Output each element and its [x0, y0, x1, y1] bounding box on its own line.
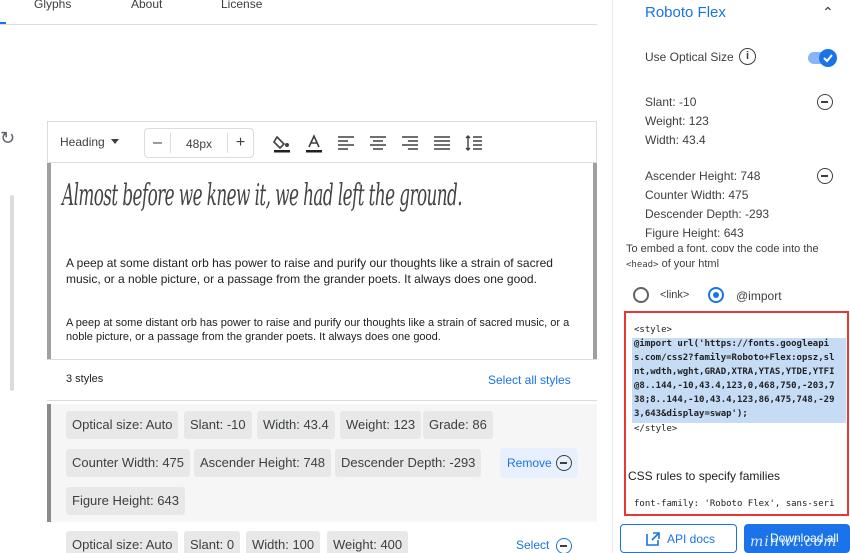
api-docs-button[interactable]: API docs — [620, 524, 737, 553]
font-page: Glyphs About License ↻ Heading – 48px + — [0, 0, 850, 553]
code-line: 38;8..144,-10,43.4,123,86,475,748,-29 — [634, 395, 835, 405]
tab-license[interactable]: License — [221, 0, 262, 11]
text-color-icon[interactable] — [304, 133, 324, 153]
axis-value: Descender Depth: -293 — [645, 207, 770, 221]
embed-hint-tail: of your html — [658, 258, 720, 270]
style-chip: Grade: 86 — [423, 411, 493, 439]
refresh-icon[interactable]: ↻ — [0, 128, 15, 149]
preview-heading[interactable]: Almost before we knew it, we had left th… — [62, 178, 463, 213]
axis-value: Counter Width: 475 — [645, 188, 749, 202]
divider — [47, 400, 597, 401]
link-radio[interactable] — [633, 287, 649, 303]
axis-value: Figure Height: 643 — [645, 226, 744, 240]
select-style-button[interactable]: Select — [516, 538, 549, 552]
style-chip: Weight: 400 — [327, 531, 409, 553]
decrease-size-button[interactable]: – — [145, 133, 171, 153]
preview-paragraph-large[interactable]: A peep at some distant orb has power to … — [66, 255, 586, 287]
css-rule-code: font-family: 'Roboto Flex', sans-seri — [634, 499, 835, 509]
code-line: 3,643&display=swap'); — [634, 409, 748, 419]
style-chip: Optical size: Auto — [66, 411, 179, 439]
remove-label: Remove — [507, 456, 552, 470]
add-circle-icon[interactable] — [556, 538, 572, 553]
remove-axis-group-icon[interactable] — [817, 94, 833, 110]
font-size-stepper: – 48px + — [144, 128, 254, 158]
font-size-value[interactable]: 48px — [173, 137, 225, 151]
css-rules-label: CSS rules to specify families — [628, 469, 781, 483]
tab-glyphs[interactable]: Glyphs — [34, 0, 71, 11]
preview-toolbar: Heading – 48px + — [47, 121, 597, 163]
align-right-icon[interactable] — [400, 133, 420, 153]
text-style-select[interactable]: Heading — [60, 135, 105, 149]
code-line: @import url('https://fonts.googleapi — [634, 339, 830, 349]
remove-circle-icon — [556, 455, 572, 471]
scrollbar[interactable] — [10, 195, 14, 391]
styles-count: 3 styles — [66, 373, 104, 385]
line-height-icon[interactable] — [464, 133, 484, 153]
axis-value: Slant: -10 — [645, 95, 697, 109]
axis-group-1: Slant: -10 Weight: 123 Width: 43.4 — [645, 93, 709, 150]
style-chip: Figure Height: 643 — [66, 487, 185, 515]
toggle-check-icon[interactable] — [819, 49, 837, 67]
import-radio-label: @import — [736, 289, 782, 303]
link-radio-label: <link> — [660, 289, 690, 301]
style-chip: Width: 100 — [246, 531, 321, 553]
align-justify-icon[interactable] — [432, 133, 452, 153]
code-line: <style> — [634, 325, 672, 335]
embed-code-box[interactable]: <style> @import url('https://fonts.googl… — [624, 311, 849, 516]
increase-size-button[interactable]: + — [227, 133, 253, 153]
chevron-down-icon[interactable] — [111, 139, 119, 144]
align-left-icon[interactable] — [336, 133, 356, 153]
remove-axis-group-icon[interactable] — [817, 168, 833, 184]
divider — [47, 359, 597, 360]
axis-value: Weight: 123 — [645, 114, 709, 128]
axis-value: Width: 43.4 — [645, 133, 706, 147]
tabs-divider — [0, 24, 597, 25]
optical-size-label: Use Optical Size — [645, 50, 734, 64]
fill-color-icon[interactable] — [272, 133, 292, 153]
embed-hint: <head> of your html — [626, 258, 719, 270]
api-docs-label: API docs — [667, 532, 716, 546]
code-selection-highlight: @import url('https://fonts.googleapi s.c… — [632, 338, 846, 423]
align-center-icon[interactable] — [368, 133, 388, 153]
code-line: </style> — [634, 424, 678, 434]
import-radio[interactable] — [708, 287, 724, 303]
code-line: @8..144,-10,43.4,123,0,468,750,-203,7 — [634, 381, 835, 391]
style-chip: Slant: -10 — [184, 411, 252, 439]
head-tag-code: <head> — [626, 260, 659, 270]
style-chip: Counter Width: 475 — [66, 449, 191, 477]
style-chip: Descender Depth: -293 — [335, 449, 482, 477]
code-line: nt,wdth,wght,GRAD,XTRA,YTAS,YTDE,YTFI — [634, 367, 835, 377]
style-chip: Ascender Height: 748 — [194, 449, 332, 477]
preview-paragraph-small[interactable]: A peep at some distant orb has power to … — [66, 316, 586, 344]
chevron-up-icon[interactable]: ⌃ — [822, 4, 834, 21]
external-link-icon — [646, 532, 660, 546]
info-icon[interactable]: i — [739, 48, 756, 65]
tab-about[interactable]: About — [131, 0, 162, 11]
code-line: s.com/css2?family=Roboto+Flex:opsz,sl — [634, 353, 835, 363]
family-name: Roboto Flex — [645, 4, 726, 21]
select-all-styles-link[interactable]: Select all styles — [488, 373, 571, 387]
watermark: minwt.com — [750, 534, 838, 550]
style-chip: Optical size: Auto — [66, 531, 179, 553]
style-chip: Width: 43.4 — [257, 411, 335, 439]
remove-style-button[interactable]: Remove — [500, 448, 578, 478]
axis-group-2: Ascender Height: 748 Counter Width: 475 … — [645, 167, 769, 243]
embed-hint-clipped: To embed a font, copy the code into the — [626, 244, 819, 252]
style-chip: Weight: 123 — [340, 411, 422, 439]
axis-value: Ascender Height: 748 — [645, 169, 761, 183]
style-chip: Slant: 0 — [184, 531, 241, 553]
